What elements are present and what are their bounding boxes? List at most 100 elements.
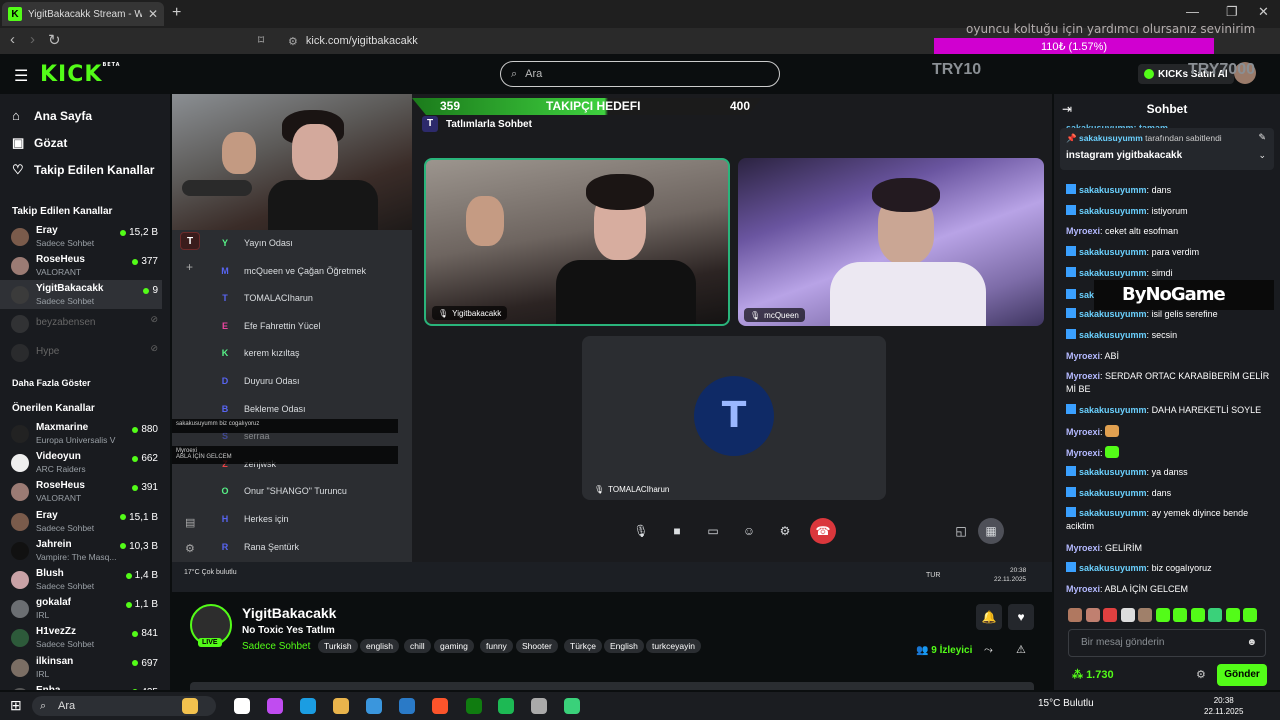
bookmark-icon[interactable]: ⌑: [258, 33, 264, 47]
outlook-icon[interactable]: [399, 698, 415, 714]
kick-logo[interactable]: KICKBETA: [40, 62, 121, 87]
sidebar-channel[interactable]: YigitBakacakk Sadece Sohbet 9: [0, 280, 162, 309]
tag-chip[interactable]: gaming: [434, 639, 474, 653]
emote-icon[interactable]: [1173, 608, 1187, 622]
channel-points[interactable]: ⁂ 1.730: [1072, 668, 1114, 681]
copilot-app-icon[interactable]: [267, 698, 283, 714]
chat-username[interactable]: Myroexi: [1066, 351, 1100, 361]
report-icon[interactable]: ⚠: [1016, 643, 1026, 656]
chat-username[interactable]: sakakusuyumm: [1079, 206, 1147, 216]
sidebar-channel[interactable]: Maxmarine Europa Universalis V 880: [0, 419, 162, 448]
category-link[interactable]: Sadece Sohbet: [242, 641, 310, 652]
windows-start-icon[interactable]: ⊞: [10, 697, 22, 714]
emote-icon[interactable]: [1243, 608, 1257, 622]
sidebar-channel[interactable]: gokalaf IRL 1,1 B: [0, 594, 162, 623]
chat-username[interactable]: sakakusuyumm: [1079, 467, 1147, 477]
store-icon[interactable]: [366, 698, 382, 714]
sidebar-channel[interactable]: Enba 425: [0, 682, 162, 690]
tag-chip[interactable]: Shooter: [516, 639, 558, 653]
emote-icon[interactable]: [1190, 608, 1205, 622]
chat-username[interactable]: Myroexi: [1066, 584, 1100, 594]
tag-chip[interactable]: chill: [404, 639, 431, 653]
sidebar-channel[interactable]: Hype ⊘: [0, 338, 162, 367]
chat-username[interactable]: sakakusuyumm: [1079, 247, 1147, 257]
site-info-icon[interactable]: ⚙: [288, 35, 298, 48]
tag-chip[interactable]: funny: [480, 639, 513, 653]
close-window-icon[interactable]: ✕: [1258, 4, 1269, 20]
chat-username[interactable]: sakakusuyumm: [1079, 563, 1147, 573]
tag-chip[interactable]: Türkçe: [564, 639, 602, 653]
sidebar-nav-2[interactable]: ♡ Takip Edilen Kanallar: [12, 162, 154, 178]
emote-icon[interactable]: [1085, 608, 1100, 622]
task-view-icon[interactable]: [234, 698, 250, 714]
taskbar-clock[interactable]: 20:38 22.11.2025: [1204, 695, 1243, 717]
edge-icon[interactable]: [300, 698, 316, 714]
notification-bell-button[interactable]: 🔔: [976, 604, 1002, 630]
menu-icon[interactable]: ☰: [14, 66, 28, 86]
emote-icon[interactable]: [1208, 608, 1222, 622]
browser-tab[interactable]: K YigitBakacakk Stream - Watch L ✕: [2, 2, 164, 26]
sidebar-nav-0[interactable]: ⌂ Ana Sayfa: [12, 108, 92, 123]
xbox-icon[interactable]: [466, 698, 482, 714]
sidebar-nav-1[interactable]: ▣ Gözat: [12, 135, 67, 151]
chat-username[interactable]: Myroexi: [1066, 226, 1100, 236]
chat-username[interactable]: Myroexi: [1066, 371, 1100, 381]
emoji-icon[interactable]: ☻: [1246, 630, 1257, 656]
emote-icon[interactable]: [1068, 608, 1082, 622]
chat-username[interactable]: sakakusuyumm: [1079, 185, 1147, 195]
tag-chip[interactable]: turkceyayin: [646, 639, 701, 653]
chat-username[interactable]: sakakusuyumm: [1079, 268, 1147, 278]
tag-chip[interactable]: english: [360, 639, 399, 653]
tag-chip[interactable]: English: [604, 639, 644, 653]
sidebar-channel[interactable]: RoseHeus VALORANT 377: [0, 251, 162, 280]
url-field[interactable]: ⚙ kick.com/yigitbakacakk: [282, 30, 932, 52]
chat-username[interactable]: Myroexi: [1066, 448, 1100, 458]
emote-icon[interactable]: [1225, 608, 1240, 622]
video-player[interactable]: T + ▤ ⚙ Y Yayın Odası MmcQueen ve Çağan Öğ…: [172, 94, 1052, 562]
sidebar-channel[interactable]: Eray Sadece Sohbet 15,1 B: [0, 507, 162, 536]
spotify-icon[interactable]: [498, 698, 514, 714]
chat-username[interactable]: Myroexi: [1066, 543, 1100, 553]
chat-settings-icon[interactable]: ⚙: [1196, 668, 1206, 681]
chat-username[interactable]: sakakusuyumm: [1079, 488, 1147, 498]
emote-icon[interactable]: [1155, 608, 1170, 622]
follow-heart-button[interactable]: ♥: [1008, 604, 1034, 630]
chat-username[interactable]: sakakusuyumm: [1079, 309, 1147, 319]
share-icon[interactable]: ⤳: [984, 644, 993, 657]
sidebar-channel[interactable]: Eray Sadece Sohbet 15,2 B: [0, 222, 162, 251]
app-icon[interactable]: [564, 698, 580, 714]
chevron-down-icon[interactable]: ⌄: [1258, 150, 1266, 161]
chat-username[interactable]: sakakusuyumm: [1079, 405, 1147, 415]
tag-chip[interactable]: Turkish: [318, 639, 358, 653]
close-tab-icon[interactable]: ✕: [148, 7, 158, 21]
sidebar-channel[interactable]: RoseHeus VALORANT 391: [0, 477, 162, 506]
chat-username[interactable]: Myroexi: [1066, 427, 1100, 437]
chat-input[interactable]: Bir mesaj gönderin ☻: [1068, 629, 1266, 657]
chat-username[interactable]: sakakusuyumm: [1079, 508, 1147, 518]
reload-icon[interactable]: ↻: [48, 31, 61, 49]
sidebar-channel[interactable]: H1vezZz Sadece Sohbet 841: [0, 623, 162, 652]
maximize-icon[interactable]: ❐: [1226, 4, 1238, 20]
sidebar-channel[interactable]: ilkinsan IRL 697: [0, 653, 162, 682]
send-button[interactable]: Gönder: [1217, 664, 1267, 686]
unpin-icon[interactable]: ✎: [1258, 132, 1266, 143]
back-icon[interactable]: ‹: [10, 31, 15, 48]
sidebar-channel[interactable]: Jahrein Vampire: The Masq... 10,3 B: [0, 536, 162, 565]
new-tab-icon[interactable]: +: [172, 4, 181, 22]
minimize-icon[interactable]: —: [1186, 4, 1199, 19]
emote-icon[interactable]: [1138, 608, 1152, 622]
forward-icon[interactable]: ›: [30, 31, 35, 48]
emote-icon[interactable]: [1103, 608, 1117, 622]
file-explorer-icon[interactable]: [333, 698, 349, 714]
brave-icon[interactable]: [432, 698, 448, 714]
show-more-link[interactable]: Daha Fazla Göster: [12, 378, 91, 388]
search-input[interactable]: ⌕ Ara: [500, 61, 780, 87]
sidebar-channel[interactable]: Blush Sadece Sohbet 1,4 B: [0, 565, 162, 594]
sidebar-channel[interactable]: Videoyun ARC Raiders 662: [0, 448, 162, 477]
copilot-icon[interactable]: [182, 698, 198, 714]
emote-icon[interactable]: [1120, 608, 1135, 622]
sidebar-channel[interactable]: beyzabensen ⊘: [0, 309, 162, 338]
obs-icon[interactable]: [531, 698, 547, 714]
chat-username[interactable]: sakakusuyumm: [1079, 330, 1147, 340]
channel-name[interactable]: YigitBakacakk: [242, 605, 336, 621]
